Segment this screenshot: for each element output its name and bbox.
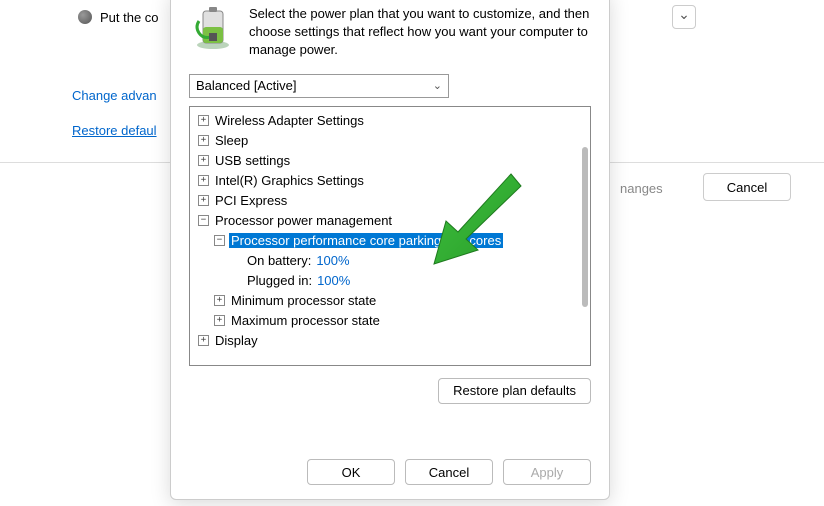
expand-icon[interactable]: + — [198, 195, 209, 206]
expand-icon[interactable]: + — [198, 155, 209, 166]
expand-icon[interactable]: + — [198, 135, 209, 146]
expand-icon[interactable]: + — [214, 295, 225, 306]
sleep-bullet-icon — [78, 10, 92, 24]
battery-icon — [189, 3, 237, 51]
power-plan-select[interactable]: Balanced [Active] ⌄ — [189, 74, 449, 98]
collapse-icon[interactable]: − — [198, 215, 209, 226]
cancel-button[interactable]: Cancel — [405, 459, 493, 485]
expand-icon[interactable]: + — [198, 175, 209, 186]
expand-icon[interactable]: + — [214, 315, 225, 326]
plugged-in-value[interactable]: 100% — [317, 273, 350, 288]
divider — [610, 162, 824, 163]
apply-button[interactable]: Apply — [503, 459, 591, 485]
advanced-power-settings-dialog: Select the power plan that you want to c… — [170, 0, 610, 500]
tree-item-on-battery[interactable]: On battery:100% — [192, 251, 588, 271]
bg-cancel-button[interactable]: Cancel — [703, 173, 791, 201]
restore-defaults-link[interactable]: Restore defaul — [72, 123, 157, 138]
chevron-down-icon: ⌄ — [433, 79, 442, 92]
restore-plan-defaults-button[interactable]: Restore plan defaults — [438, 378, 591, 404]
on-battery-value[interactable]: 100% — [316, 253, 349, 268]
tree-item-display[interactable]: +Display — [192, 331, 588, 351]
tree-item-core-parking[interactable]: −Processor performance core parking min … — [192, 231, 588, 251]
expand-icon[interactable]: + — [198, 335, 209, 346]
tree-item-sleep[interactable]: +Sleep — [192, 131, 588, 151]
tree-item-wireless[interactable]: +Wireless Adapter Settings — [192, 111, 588, 131]
tree-item-intel-graphics[interactable]: +Intel(R) Graphics Settings — [192, 171, 588, 191]
chevron-down-icon — [678, 9, 690, 26]
collapse-icon[interactable]: − — [214, 235, 225, 246]
tree-item-max-processor[interactable]: +Maximum processor state — [192, 311, 588, 331]
tree-item-min-processor[interactable]: +Minimum processor state — [192, 291, 588, 311]
dialog-description: Select the power plan that you want to c… — [249, 3, 591, 60]
change-advanced-link[interactable]: Change advan — [72, 88, 157, 103]
tree-item-processor-mgmt[interactable]: −Processor power management — [192, 211, 588, 231]
tree-item-pci-express[interactable]: +PCI Express — [192, 191, 588, 211]
tree-item-plugged-in[interactable]: Plugged in:100% — [192, 271, 588, 291]
bg-save-changes-partial: nanges — [620, 181, 663, 196]
power-plan-value: Balanced [Active] — [196, 78, 296, 93]
scrollbar-thumb[interactable] — [582, 147, 588, 307]
ok-button[interactable]: OK — [307, 459, 395, 485]
settings-tree[interactable]: +Wireless Adapter Settings +Sleep +USB s… — [189, 106, 591, 366]
bg-put-text: Put the co — [100, 10, 159, 25]
bg-dropdown[interactable] — [672, 5, 696, 29]
expand-icon[interactable]: + — [198, 115, 209, 126]
tree-item-usb[interactable]: +USB settings — [192, 151, 588, 171]
divider — [0, 162, 170, 163]
